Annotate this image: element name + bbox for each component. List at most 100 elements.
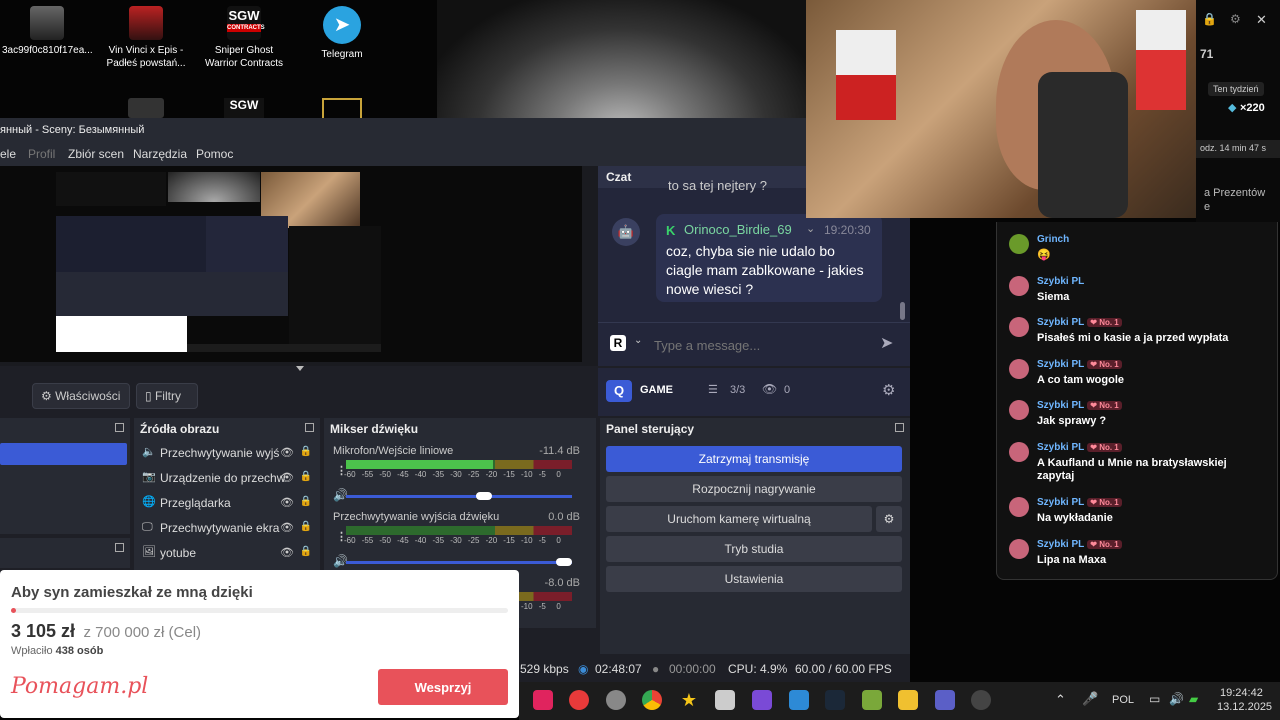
gear-icon[interactable]: ⚙ <box>1230 12 1241 26</box>
desktop-icon-telegram[interactable]: ➤ Telegram <box>297 0 387 61</box>
avatar[interactable] <box>1009 359 1029 379</box>
app-icon[interactable] <box>715 690 735 710</box>
rocket-app-icon[interactable] <box>128 98 164 118</box>
chat-username[interactable]: Szybki PL ❤ No. 1 <box>1037 400 1122 411</box>
menu-item-scene-collection[interactable]: Zbiór scen <box>68 147 124 161</box>
volume-slider[interactable] <box>346 558 572 566</box>
sgw-game-icon[interactable]: SGW <box>224 98 264 118</box>
lock-icon[interactable]: 🔒 <box>1202 12 1217 26</box>
collapse-arrow-icon[interactable] <box>296 366 304 371</box>
app-icon[interactable] <box>752 690 772 710</box>
chat-username[interactable]: Szybki PL ❤ No. 1 <box>1037 317 1122 328</box>
chat-username[interactable]: Szybki PL ❤ No. 1 <box>1037 539 1122 550</box>
lock-icon[interactable]: 🔒 <box>300 446 312 457</box>
battery-icon[interactable]: ▰ <box>1189 692 1198 706</box>
desktop-icon-wolf[interactable]: 3ac99f0c810f17ea... <box>2 0 93 57</box>
eye-icon[interactable]: 👁 <box>280 446 294 459</box>
chat-username[interactable]: Szybki PL ❤ No. 1 <box>1037 497 1122 508</box>
start-virtual-camera-button[interactable]: Uruchom kamerę wirtualną <box>606 506 872 532</box>
eye-icon[interactable]: 👁 <box>280 471 294 484</box>
send-icon[interactable]: ➤ <box>880 333 893 353</box>
network-icon[interactable]: ▭ <box>1149 692 1160 706</box>
eye-icon[interactable]: 👁 <box>280 496 294 509</box>
volume-slider[interactable] <box>346 492 572 500</box>
menu-item-help[interactable]: Pomoc <box>196 147 233 161</box>
photos-icon[interactable] <box>789 690 809 710</box>
star-app-icon[interactable]: ★ <box>679 690 699 710</box>
stop-streaming-button[interactable]: Zatrzymaj transmisję <box>606 446 902 472</box>
chat-username[interactable]: Grinch <box>1037 234 1069 245</box>
message-username[interactable]: Orinoco_Birdie_69 <box>684 222 792 237</box>
chat-username[interactable]: Szybki PL <box>1037 276 1084 287</box>
dock-float-icon[interactable] <box>305 423 314 432</box>
desktop-icon-video[interactable]: Vin Vinci x Epis - Padłeś powstań... <box>101 0 191 70</box>
scene-item-selected[interactable] <box>0 443 127 465</box>
chevron-down-icon[interactable]: ⌄ <box>806 222 815 235</box>
source-item[interactable]: 🔈 Przechwytywanie wyjś 👁 🔒 <box>134 440 320 465</box>
gear-icon[interactable]: ⚙ <box>882 381 895 399</box>
avatar[interactable] <box>1009 400 1029 420</box>
virtual-camera-settings-button[interactable]: ⚙ <box>876 506 902 532</box>
clock-time[interactable]: 19:24:42 <box>1220 687 1263 699</box>
source-item[interactable]: 🖼 yotube 👁 🔒 <box>134 540 320 565</box>
rumble-icon[interactable] <box>569 690 589 710</box>
microphone-icon[interactable]: 🎤 <box>1082 691 1098 707</box>
source-item[interactable]: 📷 Urządzenie do przechw 👁 🔒 <box>134 465 320 490</box>
source-item[interactable]: 🖵 Przechwytywanie ekra 👁 🔒 <box>134 515 320 540</box>
rank-badge: ❤ No. 1 <box>1087 443 1122 452</box>
avatar[interactable] <box>1009 317 1029 337</box>
avatar[interactable] <box>1009 442 1029 462</box>
eye-icon[interactable]: 👁 <box>280 546 294 559</box>
steam-icon[interactable] <box>825 690 845 710</box>
avatar[interactable] <box>1009 276 1029 296</box>
chat-username[interactable]: Szybki PL ❤ No. 1 <box>1037 442 1122 453</box>
lock-icon[interactable]: 🔒 <box>300 471 312 482</box>
preview-canvas[interactable] <box>0 166 582 362</box>
volume-icon[interactable]: 🔊 <box>1169 692 1184 706</box>
rumble-logo-icon[interactable]: R <box>610 335 626 351</box>
avatar[interactable] <box>1009 539 1029 559</box>
chat-username[interactable]: Szybki PL ❤ No. 1 <box>1037 359 1122 370</box>
app-icon[interactable] <box>606 690 626 710</box>
close-icon[interactable]: ✕ <box>1256 12 1267 28</box>
minecraft-icon[interactable] <box>862 690 882 710</box>
chevron-down-icon[interactable]: ⌄ <box>634 335 642 346</box>
dock-float-icon[interactable] <box>115 423 124 432</box>
preview-area[interactable] <box>0 166 598 371</box>
file-explorer-icon[interactable] <box>898 690 918 710</box>
chat-input[interactable] <box>654 333 864 357</box>
obs-icon[interactable] <box>971 690 991 710</box>
game-launcher-icon[interactable] <box>322 98 362 118</box>
chat-scrollbar[interactable] <box>900 302 905 320</box>
lock-icon[interactable]: 🔒 <box>300 496 312 507</box>
channel-name: Przechwytywanie wyjścia dźwięku <box>333 511 500 523</box>
avatar[interactable] <box>1009 497 1029 517</box>
source-label: Urządzenie do przechw <box>160 471 286 485</box>
lock-icon[interactable]: 🔒 <box>300 546 312 557</box>
eye-icon[interactable]: 👁 <box>280 521 294 534</box>
settings-button[interactable]: Ustawienia <box>606 566 902 592</box>
support-button[interactable]: Wesprzyj <box>378 669 508 705</box>
teams-icon[interactable] <box>935 690 955 710</box>
properties-button[interactable]: ⚙ Właściwości <box>32 383 130 409</box>
source-item[interactable]: 🌐 Przeglądarka 👁 🔒 <box>134 490 320 515</box>
menu-item-scenes[interactable]: ele <box>0 147 16 161</box>
chevron-up-icon[interactable]: ⌃ <box>1055 692 1066 708</box>
clock-date[interactable]: 13.12.2025 <box>1217 701 1272 713</box>
mini-taskbar <box>187 344 381 352</box>
menu-item-profile[interactable]: Profil <box>28 147 55 161</box>
studio-mode-button[interactable]: Tryb studia <box>606 536 902 562</box>
language-indicator[interactable]: POL <box>1112 694 1134 706</box>
start-recording-button[interactable]: Rozpocznij nagrywanie <box>606 476 902 502</box>
chrome-icon[interactable] <box>642 690 662 710</box>
dock-float-icon[interactable] <box>115 543 124 552</box>
desktop-icon-sgw[interactable]: SGW CONTRACTS Sniper Ghost Warrior Contra… <box>199 0 289 70</box>
slider-knob[interactable] <box>556 558 572 566</box>
filters-button[interactable]: ▯ Filtry <box>136 383 198 409</box>
menu-item-tools[interactable]: Narzędzia <box>133 147 187 161</box>
dock-float-icon[interactable] <box>895 423 904 432</box>
tiktok-icon[interactable] <box>533 690 553 710</box>
slider-knob[interactable] <box>476 492 493 500</box>
lock-icon[interactable]: 🔒 <box>300 521 312 532</box>
avatar[interactable] <box>1009 234 1029 254</box>
